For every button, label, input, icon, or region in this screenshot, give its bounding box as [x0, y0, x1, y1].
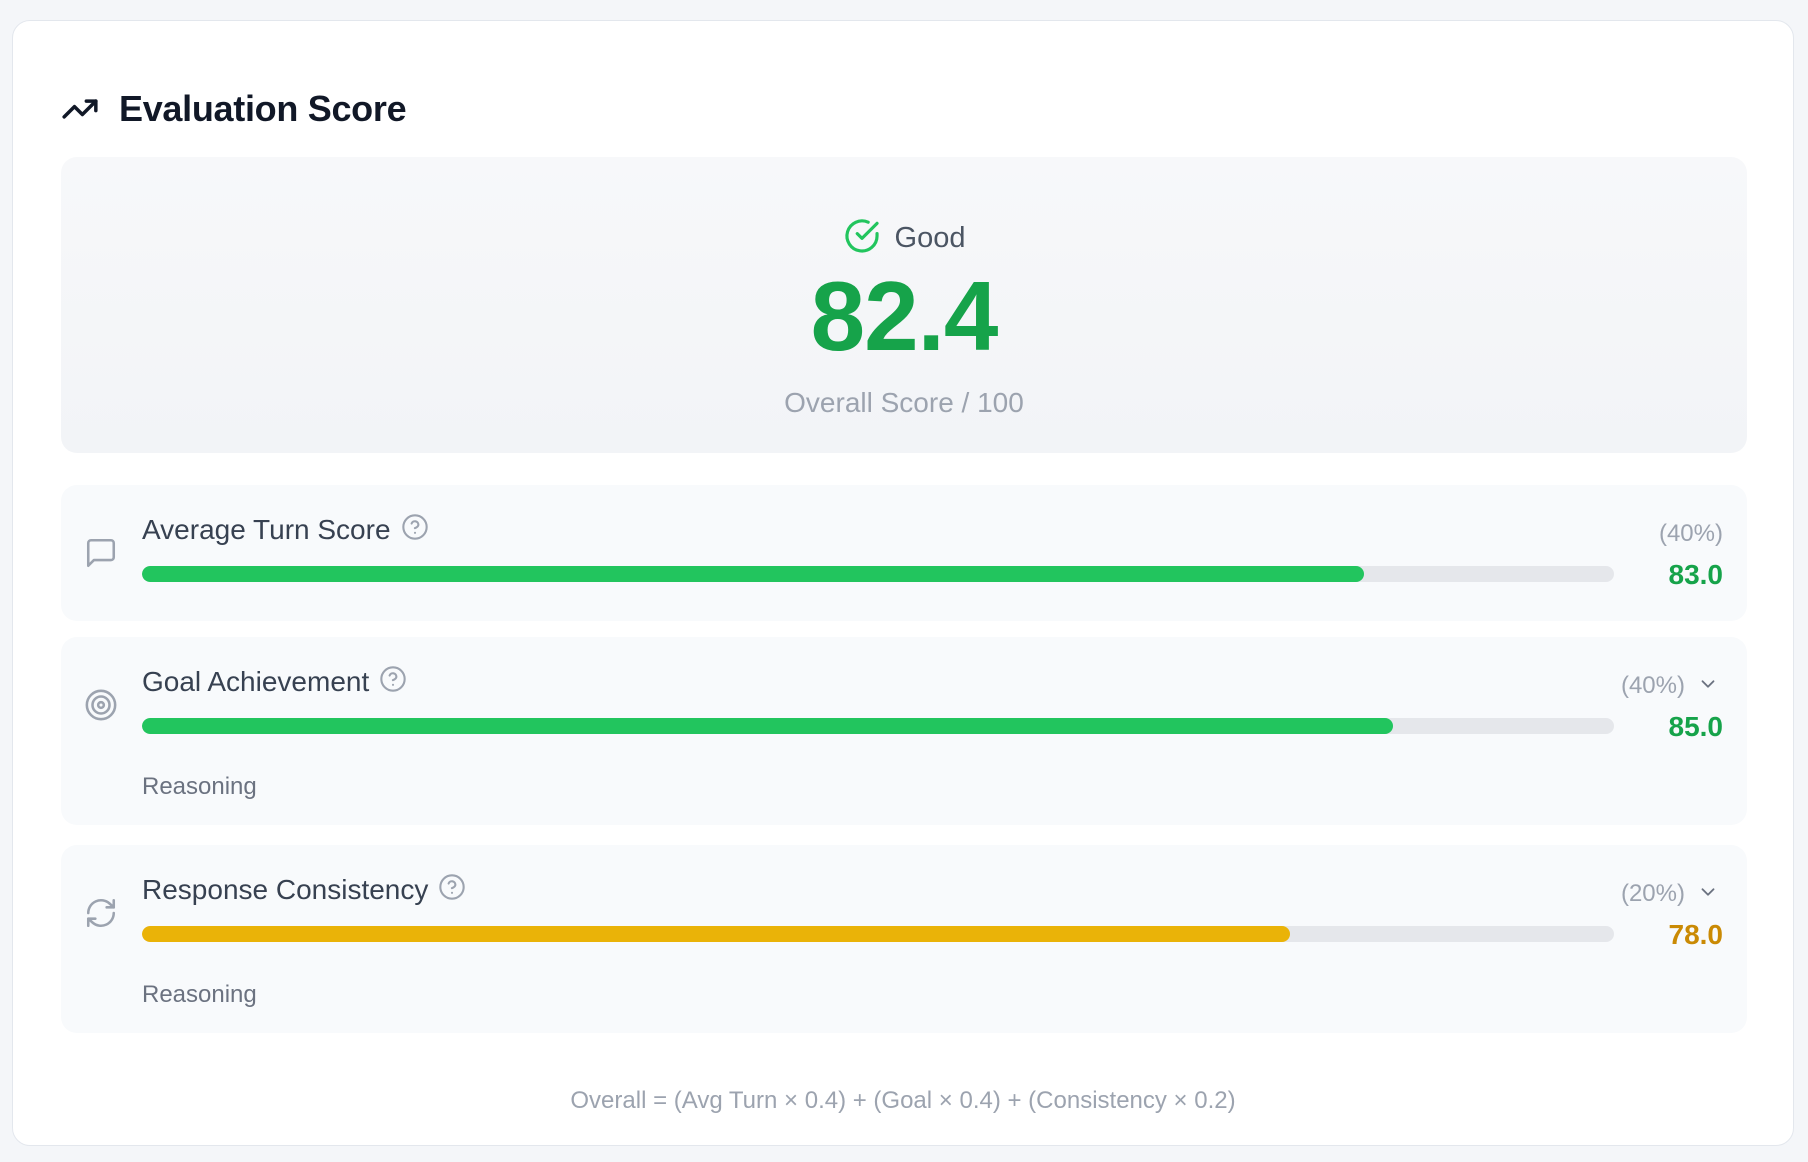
metric-name: Average Turn Score [142, 513, 391, 545]
reasoning-label[interactable]: Reasoning [142, 773, 257, 801]
status-badge: Good [61, 217, 1747, 260]
reasoning-label[interactable]: Reasoning [142, 981, 257, 1009]
progress-fill [142, 718, 1394, 734]
message-square-icon [83, 535, 119, 571]
check-circle-icon [843, 217, 881, 260]
progress-track [142, 566, 1614, 582]
metric-weight: (40%) [1658, 520, 1723, 547]
metric-name: Response Consistency [142, 873, 429, 905]
chevron-down-icon[interactable] [1697, 881, 1719, 903]
metric-header: Goal Achievement [142, 665, 407, 698]
help-circle-icon[interactable] [401, 513, 429, 546]
progress-fill [142, 566, 1364, 582]
metric-header: Response Consistency [142, 873, 466, 906]
overall-score-caption: Overall Score / 100 [784, 387, 1024, 418]
progress-track [142, 926, 1614, 942]
metric-average-turn-score: Average Turn Score (40%) 83.0 [61, 485, 1747, 621]
metric-value: 83.0 [1668, 559, 1724, 590]
metric-name: Goal Achievement [142, 665, 370, 697]
score-formula: Overall = (Avg Turn × 0.4) + (Goal × 0.4… [570, 1087, 1236, 1114]
chevron-down-icon[interactable] [1697, 673, 1719, 695]
metric-value: 85.0 [1668, 711, 1724, 742]
metric-value: 78.0 [1668, 919, 1724, 950]
metric-goal-achievement[interactable]: Goal Achievement (40%) 85.0 Reasoning [61, 637, 1747, 825]
card-title: Evaluation Score [119, 88, 407, 129]
progress-fill [142, 926, 1291, 942]
status-label: Good [894, 222, 966, 254]
progress-track [142, 718, 1614, 734]
overall-score-value: 82.4 [810, 261, 999, 371]
overall-score-panel: Good 82.4 Overall Score / 100 [61, 157, 1747, 453]
metric-response-consistency[interactable]: Response Consistency (20%) 78.0 Reasonin… [61, 845, 1747, 1033]
help-circle-icon[interactable] [438, 873, 466, 906]
metric-header: Average Turn Score [142, 513, 429, 546]
trending-up-icon [61, 90, 99, 128]
target-icon [83, 687, 119, 723]
metric-weight: (20%) [1620, 880, 1685, 907]
metric-weight: (40%) [1620, 672, 1685, 699]
evaluation-score-card: Evaluation Score Good 82.4 Overall Score… [12, 20, 1794, 1146]
help-circle-icon[interactable] [379, 665, 407, 698]
card-header: Evaluation Score [61, 79, 407, 139]
refresh-icon [83, 895, 119, 931]
